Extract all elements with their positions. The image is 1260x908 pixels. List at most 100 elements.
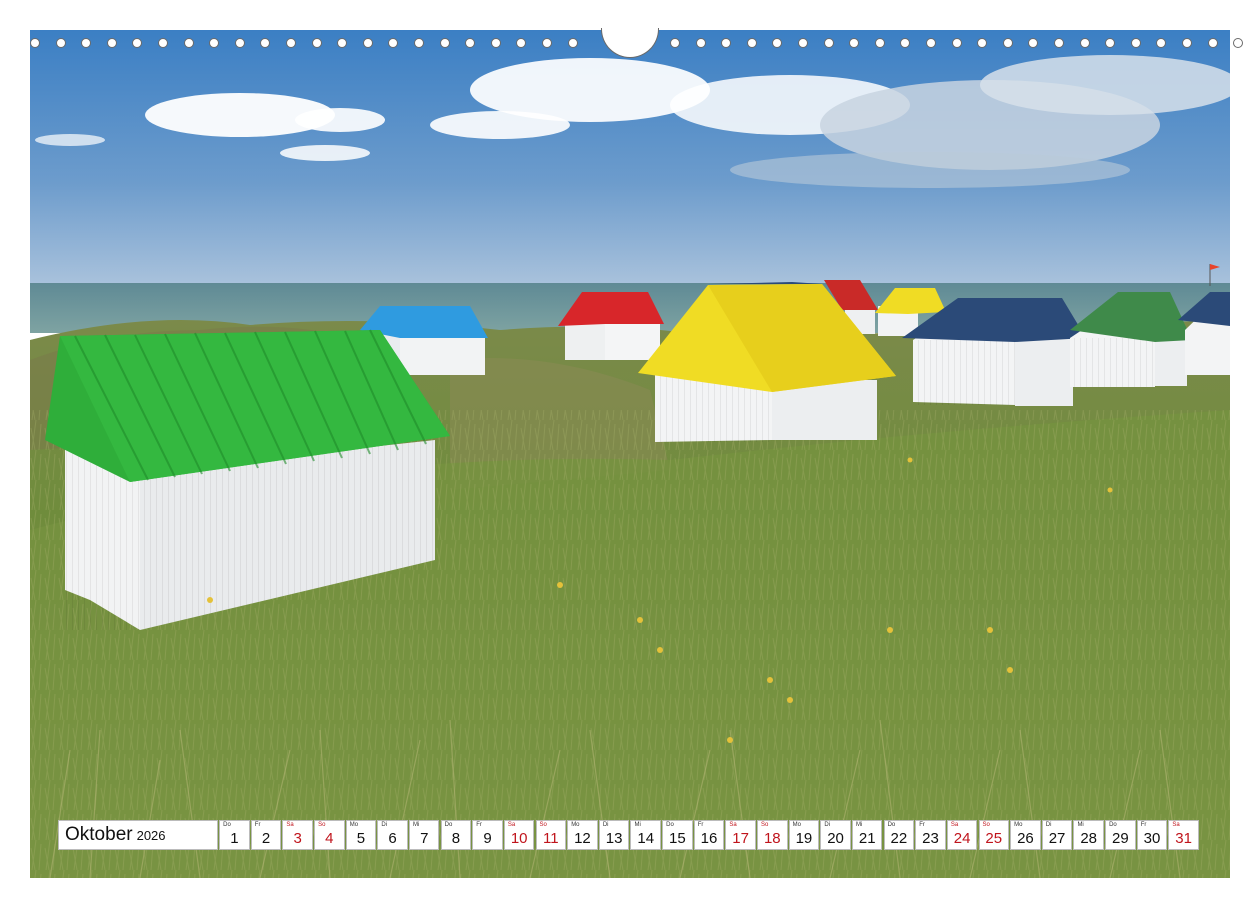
day-number: 18	[763, 830, 781, 847]
day-cell: Di 27	[1041, 820, 1073, 850]
day-cell: Fr 16	[693, 820, 725, 850]
binding-hole	[234, 38, 245, 48]
day-cell: Mi 21	[851, 820, 883, 850]
day-number: 19	[795, 830, 813, 847]
binding-hole	[30, 38, 40, 48]
binding-hole	[132, 38, 143, 48]
day-number: 14	[637, 830, 655, 847]
day-cell: Mi 7	[408, 820, 440, 850]
day-number: 16	[700, 830, 718, 847]
weekday-label: Mi	[412, 822, 420, 828]
weekday-label: Do	[223, 822, 231, 828]
weekday-label: Mo	[349, 822, 359, 828]
weekday-label: Sa	[729, 822, 737, 828]
binding-hole	[670, 38, 680, 48]
calendar-strip: Oktober 2026 Do 1 Fr 2 Sa 3 So 4 Mo 5 Di 6 Mi 7 Do 8 Fr 9…	[58, 820, 1199, 850]
binding-hole	[951, 38, 962, 48]
day-number: 12	[574, 830, 591, 847]
weekday-label: Di	[381, 822, 388, 828]
binding-hole	[337, 38, 348, 48]
binding-hole	[414, 38, 424, 48]
month-label-box: Oktober 2026	[58, 820, 218, 850]
weekday-label: Di	[824, 822, 830, 828]
binding-hole	[746, 38, 757, 48]
binding-hole	[516, 38, 527, 48]
day-number: 10	[510, 830, 528, 847]
binding-hole	[1079, 38, 1090, 48]
day-cell: So 18	[757, 820, 788, 850]
day-cell: Mi 14	[630, 820, 661, 850]
day-number: 11	[543, 830, 559, 847]
day-number: 1	[230, 830, 239, 847]
day-cell: Sa 24	[946, 820, 978, 850]
day-number: 17	[732, 830, 749, 847]
day-number: 25	[985, 830, 1003, 847]
weekday-label: So	[539, 822, 547, 828]
day-cell: Do 8	[440, 820, 472, 850]
weekday-label: Di	[1045, 822, 1052, 828]
day-cell: Sa 31	[1168, 820, 1199, 850]
binding-hole	[1002, 38, 1013, 48]
binding-hole	[465, 38, 476, 48]
weekday-label: So	[982, 822, 990, 828]
binding-hole	[490, 38, 501, 48]
binding-hole	[55, 38, 66, 48]
weekday-label: Sa	[1172, 822, 1180, 828]
day-number: 15	[669, 830, 686, 847]
day-number: 5	[356, 830, 366, 847]
day-cell: Fr 23	[915, 820, 946, 850]
binding-hole	[183, 38, 194, 48]
day-number: 24	[953, 830, 971, 847]
binding-hole	[849, 38, 860, 48]
day-number: 31	[1175, 830, 1192, 847]
day-number: 4	[325, 830, 334, 847]
day-number: 23	[922, 830, 939, 847]
weekday-label: Mi	[855, 822, 863, 828]
binding-hole	[772, 38, 783, 48]
day-number: 20	[827, 830, 844, 847]
day-cell: So 4	[314, 820, 345, 850]
binding-hole	[1156, 38, 1167, 48]
day-cell: So 25	[978, 820, 1010, 850]
day-number: 26	[1017, 830, 1034, 847]
binding-hole	[1207, 38, 1218, 48]
day-cells: Do 1 Fr 2 Sa 3 So 4 Mo 5 Di 6 Mi 7 Do 8 Fr 9 Sa 10 So 11 Mo 12 D…	[218, 820, 1199, 850]
day-cell: Di 13	[598, 820, 630, 850]
binding-hole	[721, 38, 732, 48]
binding-hole	[695, 38, 706, 48]
binding-hole	[1105, 38, 1116, 48]
day-cell: Fr 9	[472, 820, 503, 850]
day-cell: Do 1	[219, 820, 250, 850]
day-cell: Sa 17	[725, 820, 756, 850]
day-number: 21	[858, 830, 876, 847]
day-number: 22	[890, 830, 908, 847]
weekday-label: Fr	[919, 822, 925, 828]
day-number: 7	[420, 830, 429, 847]
binding-hole	[286, 38, 296, 48]
weekday-label: Mo	[1014, 822, 1023, 828]
day-cell: Do 22	[883, 820, 915, 850]
binding-hole	[311, 38, 322, 48]
day-cell: So 11	[535, 820, 567, 850]
day-cell: Mo 26	[1010, 820, 1041, 850]
weekday-label: Mo	[792, 822, 802, 828]
day-number: 9	[483, 830, 492, 847]
binding-hole	[81, 38, 92, 48]
binding-hole	[977, 38, 988, 48]
month-year: 2026	[136, 827, 166, 843]
day-cell: Mo 19	[788, 820, 820, 850]
weekday-label: Do	[1109, 822, 1117, 828]
weekday-label: Sa	[950, 822, 959, 828]
weekday-label: Do	[887, 822, 896, 828]
weekday-label: Fr	[254, 822, 261, 828]
day-cell: Di 6	[377, 820, 408, 850]
binding-hole	[260, 38, 271, 48]
binding-hole	[798, 38, 808, 48]
binding-hole	[106, 38, 117, 48]
day-number: 8	[451, 830, 461, 847]
binding-hole	[362, 38, 373, 48]
day-number: 30	[1143, 830, 1161, 847]
day-cell: Di 20	[820, 820, 851, 850]
beach-huts-scene	[30, 30, 1230, 878]
binding-hole	[1054, 38, 1064, 48]
